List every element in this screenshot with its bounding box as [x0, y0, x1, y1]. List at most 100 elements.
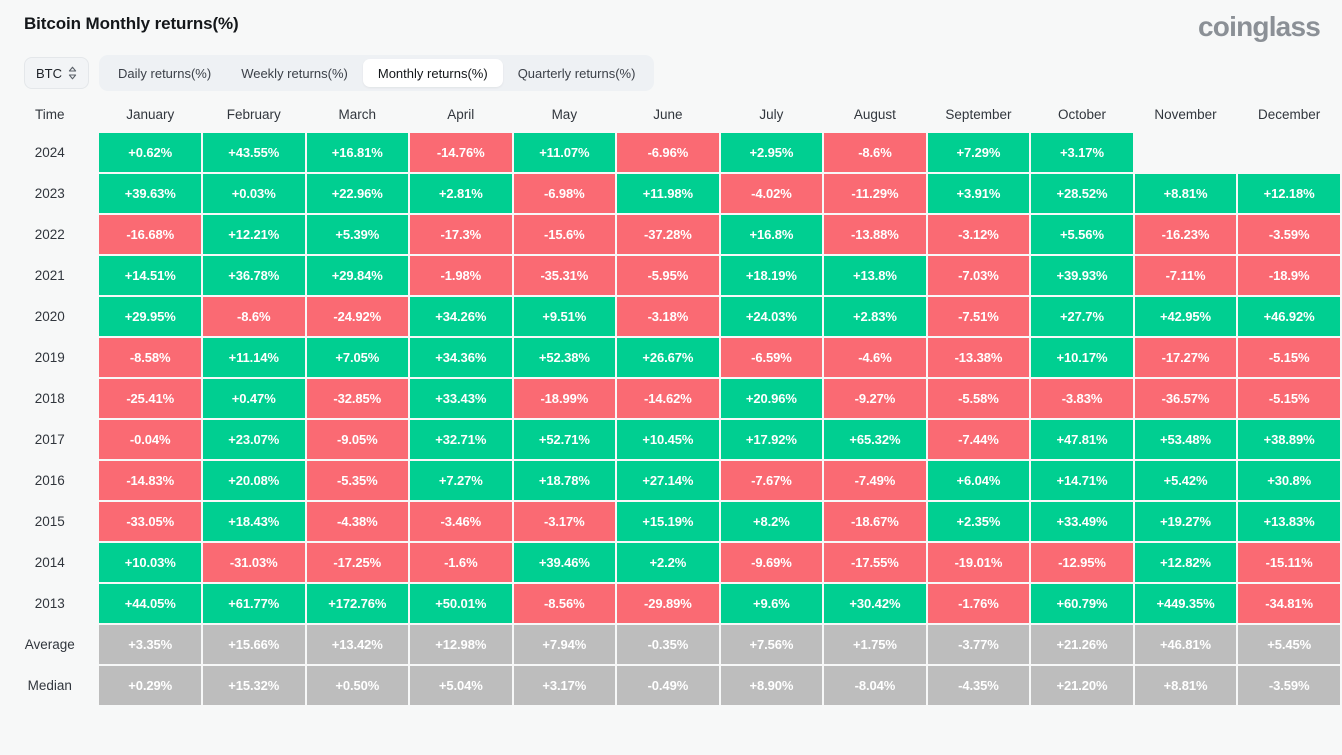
symbol-selector[interactable]: BTC [24, 57, 89, 89]
cell-Average-March: +13.42% [306, 625, 409, 664]
cell-2022-January: -16.68% [99, 215, 201, 254]
cell-2017-July: +17.92% [720, 420, 823, 459]
cell-2022-July: +16.8% [720, 215, 823, 254]
page-header: Bitcoin Monthly returns(%) coinglass [0, 0, 1342, 52]
cell-2017-April: +32.71% [410, 420, 512, 459]
column-header-may: May [551, 107, 578, 122]
cell-2013-May: -8.56% [513, 584, 616, 623]
cell-2018-March: -32.85% [306, 379, 409, 418]
cell-2014-August: -17.55% [824, 543, 926, 582]
cell-2013-October: +60.79% [1031, 584, 1133, 623]
cell-2019-July: -6.59% [720, 338, 823, 377]
cell-2019-January: -8.58% [99, 338, 201, 377]
cell-Average-April: +12.98% [410, 625, 512, 664]
row-header-median: Median [27, 678, 72, 693]
column-header-december: December [1258, 107, 1321, 122]
cell-2020-February: -8.6% [202, 297, 305, 336]
row-header-2021: 2021 [34, 268, 65, 283]
cell-2021-May: -35.31% [513, 256, 616, 295]
page-root: Bitcoin Monthly returns(%) coinglass BTC… [0, 0, 1342, 755]
cell-2016-February: +20.08% [202, 461, 305, 500]
cell-2019-May: +52.38% [513, 338, 616, 377]
cell-2016-November: +5.42% [1134, 461, 1237, 500]
table-row: 2020 +29.95% -8.6% -24.92% +34.26% +9.51% -3.1… [2, 297, 1340, 336]
cell-Average-June: -0.35% [617, 625, 719, 664]
column-header-july: July [759, 107, 784, 122]
cell-2016-August: -7.49% [824, 461, 926, 500]
cell-2020-September: -7.51% [927, 297, 1030, 336]
cell-2019-November: -17.27% [1134, 338, 1237, 377]
cell-2013-February: +61.77% [202, 584, 305, 623]
cell-2016-September: +6.04% [927, 461, 1030, 500]
cell-Median-October: +21.20% [1031, 666, 1133, 705]
cell-2019-August: -4.6% [824, 338, 926, 377]
cell-2016-March: -5.35% [306, 461, 409, 500]
cell-2022-June: -37.28% [617, 215, 719, 254]
cell-2013-April: +50.01% [410, 584, 512, 623]
cell-2019-June: +26.67% [617, 338, 719, 377]
cell-2021-August: +13.8% [824, 256, 926, 295]
cell-Median-June: -0.49% [617, 666, 719, 705]
cell-2014-January: +10.03% [99, 543, 201, 582]
chevron-up-down-icon [68, 66, 77, 80]
cell-Median-August: -8.04% [824, 666, 926, 705]
cell-2015-April: -3.46% [410, 502, 512, 541]
row-header-2022: 2022 [34, 227, 65, 242]
cell-2024-December [1238, 133, 1340, 172]
cell-2022-October: +5.56% [1031, 215, 1133, 254]
table-head: Time January February March April May Ju… [2, 100, 1340, 131]
cell-2023-December: +12.18% [1238, 174, 1340, 213]
cell-2013-September: -1.76% [927, 584, 1030, 623]
tab-daily-returns[interactable]: Daily returns(%) [103, 59, 226, 87]
cell-2021-July: +18.19% [720, 256, 823, 295]
cell-2015-March: -4.38% [306, 502, 409, 541]
cell-2014-April: -1.6% [410, 543, 512, 582]
row-header-2018: 2018 [34, 391, 65, 406]
cell-2022-April: -17.3% [410, 215, 512, 254]
cell-2021-April: -1.98% [410, 256, 512, 295]
row-header-2013: 2013 [34, 596, 65, 611]
tab-quarterly-returns[interactable]: Quarterly returns(%) [503, 59, 651, 87]
tab-weekly-returns[interactable]: Weekly returns(%) [226, 59, 363, 87]
cell-2014-December: -15.11% [1238, 543, 1340, 582]
cell-2021-March: +29.84% [306, 256, 409, 295]
cell-2018-April: +33.43% [410, 379, 512, 418]
cell-2016-May: +18.78% [513, 461, 616, 500]
table-row: 2021 +14.51% +36.78% +29.84% -1.98% -35.31% -5… [2, 256, 1340, 295]
cell-Average-July: +7.56% [720, 625, 823, 664]
table-row: 2016 -14.83% +20.08% -5.35% +7.27% +18.78% +27… [2, 461, 1340, 500]
cell-Median-November: +8.81% [1134, 666, 1237, 705]
column-header-february: February [226, 107, 281, 122]
cell-2019-September: -13.38% [927, 338, 1030, 377]
cell-2016-July: -7.67% [720, 461, 823, 500]
cell-2017-October: +47.81% [1031, 420, 1133, 459]
cell-2023-May: -6.98% [513, 174, 616, 213]
cell-2014-October: -12.95% [1031, 543, 1133, 582]
cell-2015-May: -3.17% [513, 502, 616, 541]
cell-2024-September: +7.29% [927, 133, 1030, 172]
cell-2024-November [1135, 133, 1237, 172]
table-row: 2017 -0.04% +23.07% -9.05% +32.71% +52.71% +10… [2, 420, 1340, 459]
cell-2014-July: -9.69% [720, 543, 823, 582]
coinglass-logo: coinglass [1198, 11, 1321, 42]
table-row: 2014 +10.03% -31.03% -17.25% -1.6% +39.46% +2.… [2, 543, 1340, 582]
row-header-2024: 2024 [34, 145, 65, 160]
tab-monthly-returns[interactable]: Monthly returns(%) [362, 59, 503, 87]
cell-2015-October: +33.49% [1031, 502, 1133, 541]
cell-2017-September: -7.44% [927, 420, 1030, 459]
cell-2016-October: +14.71% [1031, 461, 1133, 500]
cell-2024-May: +11.07% [513, 133, 616, 172]
cell-2013-December: -34.81% [1238, 584, 1340, 623]
cell-2023-June: +11.98% [617, 174, 719, 213]
cell-2017-June: +10.45% [617, 420, 719, 459]
cell-Median-May: +3.17% [513, 666, 616, 705]
cell-Average-January: +3.35% [99, 625, 201, 664]
cell-Median-December: -3.59% [1238, 666, 1340, 705]
cell-2015-December: +13.83% [1238, 502, 1340, 541]
cell-Average-December: +5.45% [1238, 625, 1340, 664]
cell-Average-September: -3.77% [927, 625, 1030, 664]
cell-2023-March: +22.96% [306, 174, 409, 213]
monthly-returns-table: Time January February March April May Ju… [0, 98, 1342, 707]
cell-2024-February: +43.55% [202, 133, 305, 172]
row-header-2017: 2017 [34, 432, 65, 447]
